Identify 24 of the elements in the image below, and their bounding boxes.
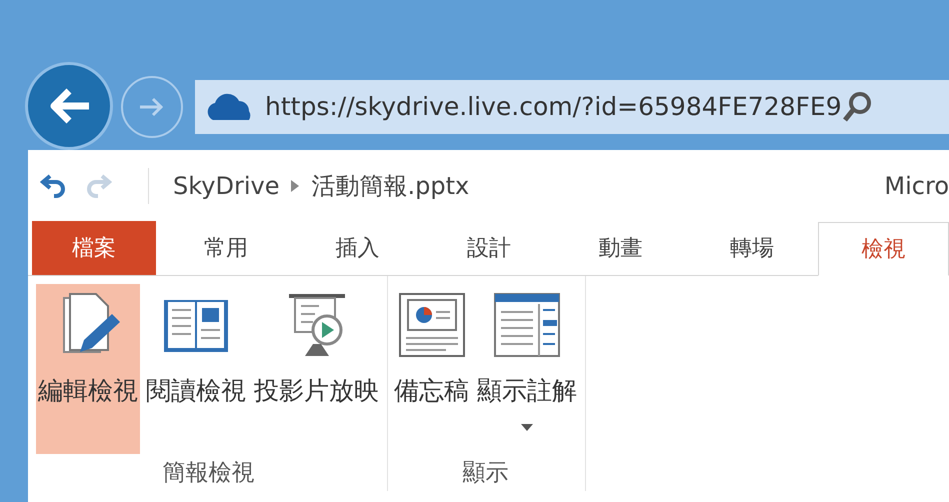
file-tab[interactable]: 檔案 (32, 221, 156, 275)
ribbon-button[interactable]: 閱讀檢視 (144, 284, 248, 454)
ribbon-button[interactable]: 編輯檢視 (36, 284, 140, 454)
group-label: 簡報檢視 (162, 459, 254, 488)
address-bar[interactable]: https://skydrive.live.com/?id=65984FE728FE9 (195, 80, 949, 134)
comments-view-icon (491, 290, 563, 360)
breadcrumb-item[interactable]: 活動簡報.pptx (311, 168, 470, 204)
url-text: https://skydrive.live.com/?id=65984FE728FE9 (265, 91, 842, 124)
ribbon-tab[interactable]: 常用 (160, 221, 292, 275)
ribbon-tab[interactable]: 設計 (423, 221, 555, 275)
ribbon-tab[interactable]: 轉場 (686, 221, 818, 275)
app-title: Micro (884, 171, 949, 202)
ribbon-button[interactable]: 顯示註解 (475, 284, 579, 454)
caret-icon (521, 424, 533, 432)
breadcrumb-arrow-icon (289, 179, 302, 193)
ribbon-tab[interactable]: 動畫 (554, 221, 686, 275)
ribbon-button[interactable]: 備忘稿 (392, 284, 471, 454)
group-label: 顯示 (462, 459, 508, 488)
ribbon-button[interactable]: 投影片放映 (252, 284, 381, 454)
ribbon-tab[interactable]: 檢視 (818, 222, 949, 276)
forward-arrow-icon (138, 95, 166, 119)
ribbon-tab[interactable]: 插入 (292, 221, 424, 275)
search-icon[interactable] (842, 90, 872, 124)
breadcrumb-item[interactable]: SkyDrive (173, 168, 280, 204)
